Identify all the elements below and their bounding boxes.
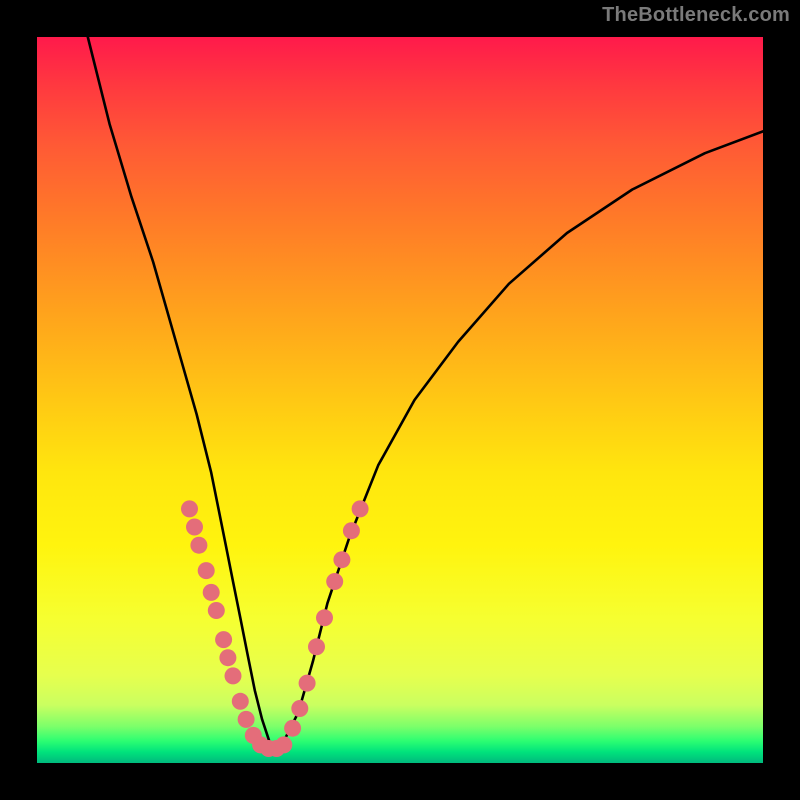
marker-dot [215, 631, 232, 648]
marker-dot [316, 609, 333, 626]
marker-dot [343, 522, 360, 539]
marker-dot [203, 584, 220, 601]
marker-dot [284, 720, 301, 737]
marker-dot [238, 711, 255, 728]
marker-dot [352, 500, 369, 517]
marker-dot [219, 649, 236, 666]
marker-dot [232, 693, 249, 710]
marker-dot [198, 562, 215, 579]
chart-frame: TheBottleneck.com [0, 0, 800, 800]
marker-dot [208, 602, 225, 619]
chart-overlay [37, 37, 763, 763]
bottleneck-curve [88, 37, 763, 749]
marker-dot [275, 736, 292, 753]
marker-dot [225, 667, 242, 684]
marker-dot [299, 675, 316, 692]
plot-area [37, 37, 763, 763]
marker-dot [333, 551, 350, 568]
marker-dot [308, 638, 325, 655]
marker-dot [186, 519, 203, 536]
marker-dot [181, 500, 198, 517]
marker-dot [291, 700, 308, 717]
marker-dot [326, 573, 343, 590]
marker-dots [181, 500, 369, 757]
marker-dot [190, 537, 207, 554]
watermark-text: TheBottleneck.com [602, 4, 790, 27]
